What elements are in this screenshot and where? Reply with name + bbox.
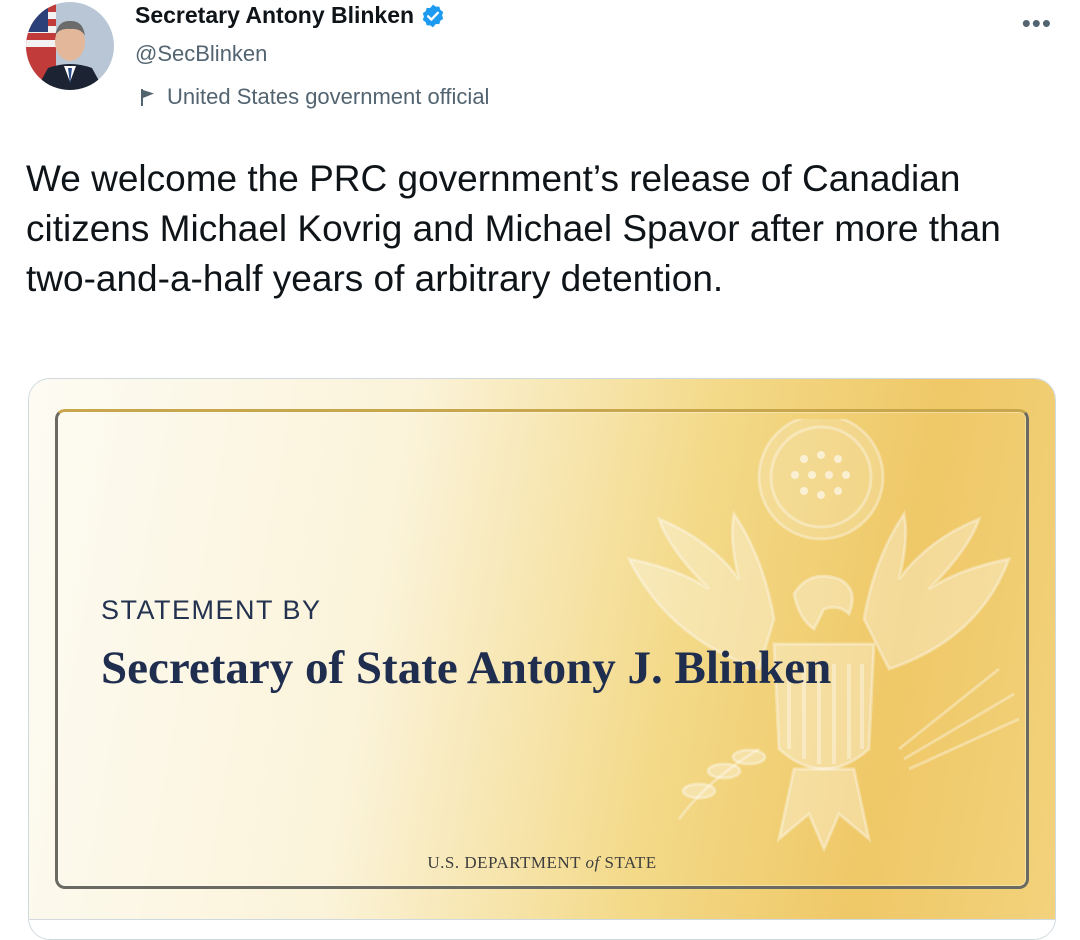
media-card[interactable]: STATEMENT BY Secretary of State Antony J… [28,378,1056,940]
avatar[interactable] [26,2,114,90]
card-footer [29,919,1055,939]
statement-title: Secretary of State Antony J. Blinken [101,642,832,694]
government-label[interactable]: United States government official [137,84,489,110]
avatar-image [26,2,114,90]
author-display-name[interactable]: Secretary Antony Blinken [135,2,414,29]
government-label-text: United States government official [167,84,490,109]
author-name-row: Secretary Antony Blinken [135,2,446,29]
department-wordmark: U.S. DEPARTMENT of STATE [29,853,1055,873]
statement-by-label: STATEMENT BY [101,595,322,625]
author-handle[interactable]: @SecBlinken [135,41,267,67]
statement-image: STATEMENT BY Secretary of State Antony J… [29,379,1055,919]
tweet-text: We welcome the PRC government’s release … [26,158,1001,299]
dept-suffix: STATE [599,853,657,872]
more-options-icon[interactable]: ••• [1022,10,1052,36]
verified-badge-icon [420,3,446,29]
dept-prefix: U.S. DEPARTMENT [427,853,586,872]
dept-of: of [585,853,600,872]
flag-icon [137,86,159,108]
